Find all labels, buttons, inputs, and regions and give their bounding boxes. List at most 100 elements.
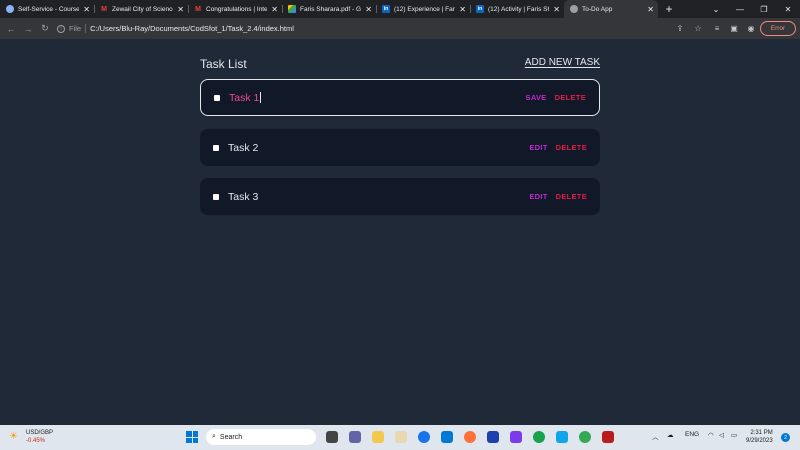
task-name-input[interactable]: Task 1 — [229, 92, 261, 104]
tab-title: Zewail City of Science — [112, 5, 174, 13]
address-bar[interactable]: i File C:/Users/Blu-Ray/Documents/CodSfo… — [57, 21, 667, 36]
gmail-icon: M — [195, 5, 201, 13]
task-name: Task 2 — [228, 141, 259, 154]
todo-app: Task List ADD NEW TASK Task 1 SAVE DELET… — [0, 39, 800, 425]
page-title: Task List — [200, 57, 247, 71]
drive-icon — [288, 5, 296, 13]
close-tab-icon[interactable]: ✕ — [647, 5, 654, 14]
browser-tab[interactable]: Self-Service - Courses ✕ — [0, 0, 94, 18]
battery-icon[interactable]: ▭ — [731, 431, 737, 439]
edit-button[interactable]: EDIT — [529, 192, 547, 201]
search-icon: ⌕ — [212, 433, 216, 440]
photos-icon[interactable] — [556, 431, 568, 443]
system-clock[interactable]: 2:31 PM 9/29/2023 — [746, 429, 773, 445]
tab-title: (12) Experience | Faris — [394, 5, 456, 13]
side-panel-icon[interactable]: ▣ — [728, 22, 740, 34]
forward-button[interactable]: → — [22, 22, 34, 36]
save-button[interactable]: SAVE — [526, 93, 547, 102]
url-text[interactable]: C:/Users/Blu-Ray/Documents/CodSfot_1/Tas… — [90, 24, 294, 33]
linkedin-icon: in — [476, 5, 484, 13]
tab-title: Self-Service - Courses — [18, 5, 80, 13]
close-tab-icon[interactable]: ✕ — [177, 5, 184, 14]
app-icon[interactable] — [510, 431, 522, 443]
task-item: Task 3 EDIT DELETE — [200, 178, 600, 215]
tab-title: (12) Activity | Faris Sh — [488, 5, 550, 13]
onedrive-icon[interactable]: ☁ — [667, 431, 674, 439]
chrome-icon[interactable] — [418, 431, 430, 443]
task-checkbox[interactable] — [214, 94, 220, 101]
edit-button[interactable]: EDIT — [529, 143, 547, 152]
divider — [85, 24, 87, 33]
linkedin-icon: in — [382, 5, 390, 13]
task-actions: EDIT DELETE — [529, 143, 587, 152]
close-tab-icon[interactable]: ✕ — [459, 5, 466, 14]
close-window-button[interactable]: ✕ — [776, 0, 800, 18]
clock-time: 2:31 PM — [750, 430, 773, 436]
os-taskbar: ☀ USD/GBP -0.45% ⌕ Search ︿ ☁ ENG ◠ ◁ ▭ … — [0, 425, 800, 450]
close-tab-icon[interactable]: ✕ — [271, 5, 278, 14]
minimize-button[interactable]: — — [728, 0, 752, 18]
browser-tab[interactable]: Faris Sharara.pdf - Go ✕ — [282, 0, 376, 18]
browser-tab-active[interactable]: To-Do App ✕ — [564, 0, 658, 18]
favicon-icon — [6, 5, 14, 13]
bookmark-star-icon[interactable]: ☆ — [692, 22, 704, 34]
task-name: Task 3 — [228, 190, 259, 203]
task-actions: EDIT DELETE — [529, 192, 587, 201]
globe-icon — [570, 5, 578, 13]
close-tab-icon[interactable]: ✕ — [365, 5, 372, 14]
app-icon[interactable] — [395, 431, 407, 443]
delete-button[interactable]: DELETE — [556, 143, 587, 152]
close-tab-icon[interactable]: ✕ — [553, 5, 560, 14]
reload-button[interactable]: ↻ — [39, 22, 51, 36]
ticker-symbol: USD/GBP — [26, 430, 54, 436]
add-new-task-button[interactable]: ADD NEW TASK — [525, 57, 600, 68]
delete-button[interactable]: DELETE — [555, 93, 586, 102]
task-actions: SAVE DELETE — [526, 93, 586, 102]
browser-tab[interactable]: in (12) Activity | Faris Sh ✕ — [470, 0, 564, 18]
store-icon[interactable] — [487, 431, 499, 443]
delete-button[interactable]: DELETE — [556, 192, 587, 201]
reading-list-icon[interactable]: ≡ — [711, 22, 723, 34]
close-tab-icon[interactable]: ✕ — [83, 5, 90, 14]
pdf-reader-icon[interactable] — [602, 431, 614, 443]
error-badge-button[interactable]: Error — [760, 21, 796, 36]
chrome-profile-icon[interactable] — [533, 431, 545, 443]
ticker-change: -0.45% — [26, 438, 46, 444]
maximize-button[interactable]: ❐ — [752, 0, 776, 18]
taskbar-search[interactable]: ⌕ Search — [206, 429, 316, 445]
browser-tab[interactable]: M Zewail City of Science ✕ — [94, 0, 188, 18]
task-item: Task 1 SAVE DELETE — [200, 79, 600, 116]
mail-icon[interactable] — [441, 431, 453, 443]
task-checkbox[interactable] — [213, 144, 219, 151]
task-item: Task 2 EDIT DELETE — [200, 129, 600, 166]
back-button[interactable]: ← — [5, 22, 17, 36]
share-icon[interactable]: ⇪ — [674, 22, 686, 34]
volume-icon[interactable]: ◁ — [719, 431, 724, 439]
notification-badge[interactable]: 2 — [781, 433, 790, 442]
file-explorer-icon[interactable] — [372, 431, 384, 443]
language-indicator[interactable]: ENG — [685, 431, 699, 438]
teams-chat-icon[interactable] — [349, 431, 361, 443]
tab-title: To-Do App — [582, 5, 613, 13]
browser-tab-strip: Self-Service - Courses ✕ M Zewail City o… — [0, 0, 800, 18]
new-tab-button[interactable]: + — [662, 2, 676, 16]
chevron-up-icon[interactable]: ︿ — [652, 431, 659, 441]
firefox-icon[interactable] — [464, 431, 476, 443]
chrome-profile-icon[interactable] — [579, 431, 591, 443]
tab-title: Congratulations | Inte — [206, 5, 268, 13]
browser-tab[interactable]: in (12) Experience | Faris ✕ — [376, 0, 470, 18]
info-icon[interactable]: i — [57, 24, 65, 33]
gmail-icon: M — [101, 5, 107, 13]
market-widget[interactable]: USD/GBP -0.45% — [26, 429, 53, 445]
weather-widget-icon[interactable]: ☀ — [9, 431, 21, 443]
clock-date: 9/29/2023 — [746, 438, 773, 444]
tab-search-icon[interactable]: ⌄ — [704, 0, 728, 18]
start-button[interactable] — [186, 431, 198, 443]
tab-title: Faris Sharara.pdf - Go — [300, 5, 362, 13]
task-checkbox[interactable] — [213, 193, 219, 200]
url-scheme-label: File — [69, 24, 82, 33]
browser-tab[interactable]: M Congratulations | Inte ✕ — [188, 0, 282, 18]
task-view-icon[interactable] — [326, 431, 338, 443]
wifi-icon[interactable]: ◠ — [708, 431, 714, 439]
profile-icon[interactable]: ◉ — [745, 22, 757, 34]
